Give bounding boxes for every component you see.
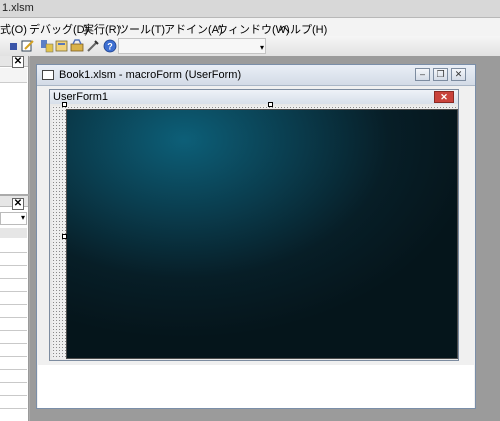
app-title-bar: 1.xlsm	[0, 0, 500, 18]
design-mode-icon[interactable]	[7, 39, 21, 53]
menu-help[interactable]: ヘルプ(H)	[279, 21, 327, 37]
userform-canvas[interactable]	[52, 106, 458, 359]
object-select[interactable]: ▾	[0, 212, 27, 225]
toolbar: ? ▾	[0, 36, 500, 57]
resize-handle[interactable]	[62, 102, 67, 107]
close-icon[interactable]: ✕	[12, 198, 24, 210]
menu-debug[interactable]: デバッグ(D)	[29, 21, 88, 37]
form-window-icon	[42, 70, 54, 80]
menu-run[interactable]: 実行(R)	[83, 21, 120, 37]
svg-text:?: ?	[107, 42, 113, 52]
tools-icon[interactable]	[86, 39, 100, 53]
resize-handle[interactable]	[62, 234, 67, 239]
menu-tools[interactable]: ツール(T)	[118, 21, 165, 37]
chevron-down-icon[interactable]: ▾	[21, 213, 25, 222]
help-icon[interactable]: ?	[103, 39, 117, 53]
designer-window: Book1.xlsm - macroForm (UserForm) – ❐ ✕ …	[36, 64, 476, 409]
dropdown-arrow-icon[interactable]: ▾	[260, 44, 264, 52]
project-explorer-icon[interactable]	[21, 39, 35, 53]
close-button[interactable]: ✕	[451, 68, 466, 81]
project-explorer-panel: ✕	[0, 56, 29, 194]
menu-format[interactable]: 式(O)	[0, 21, 27, 37]
designer-window-title-bar[interactable]: Book1.xlsm - macroForm (UserForm) – ❐ ✕	[37, 65, 475, 86]
properties-tabs[interactable]	[0, 228, 27, 238]
userform-close-button[interactable]: ✕	[434, 91, 454, 103]
designer-window-title: Book1.xlsm - macroForm (UserForm)	[59, 69, 242, 81]
restore-button[interactable]: ❐	[433, 68, 448, 81]
properties-icon[interactable]	[40, 39, 54, 53]
image-control[interactable]	[66, 109, 458, 359]
userform-designer[interactable]: UserForm1 ✕	[49, 89, 459, 361]
object-browser-icon[interactable]	[55, 39, 69, 53]
minimize-button[interactable]: –	[415, 68, 430, 81]
close-icon[interactable]: ✕	[12, 56, 24, 68]
resize-handle[interactable]	[268, 102, 273, 107]
menu-addins[interactable]: アドイン(A)	[164, 21, 223, 37]
project-explorer-toolbar	[0, 68, 27, 83]
toolbar-position-field[interactable]: ▾	[118, 38, 266, 54]
userform-title-bar[interactable]: UserForm1 ✕	[50, 90, 458, 104]
toolbox-icon[interactable]	[70, 39, 84, 53]
properties-panel: ✕ ▾	[0, 196, 29, 421]
properties-grid[interactable]	[0, 240, 27, 421]
designer-window-body	[38, 365, 474, 408]
app-title: 1.xlsm	[2, 2, 34, 14]
menu-bar: 式(O) デバッグ(D) 実行(R) ツール(T) アドイン(A) ウィンドウ(…	[0, 18, 500, 36]
